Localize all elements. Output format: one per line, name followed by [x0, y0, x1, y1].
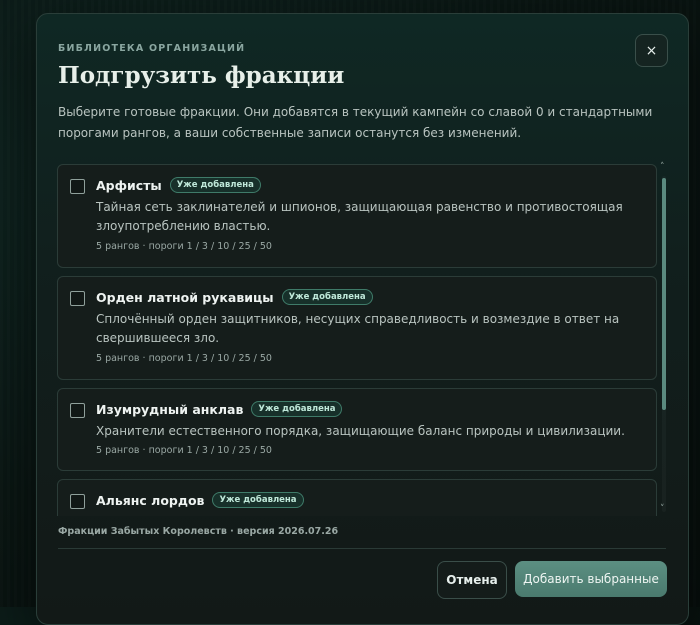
already-added-badge: Уже добавлена — [212, 492, 304, 508]
faction-name: Изумрудный анклав — [96, 401, 244, 417]
dialog-title: Подгрузить фракции — [58, 62, 345, 89]
scroll-up-icon[interactable]: ˄ — [660, 162, 665, 172]
faction-header: Арфисты Уже добавлена — [96, 177, 261, 193]
faction-checkbox[interactable] — [70, 494, 85, 509]
faction-header: Альянс лордов Уже добавлена — [96, 492, 304, 508]
faction-description: Сплочённый орден защитников, несущих спр… — [96, 312, 620, 345]
scroll-down-icon[interactable]: ˅ — [660, 504, 665, 514]
dialog-description: Выберите готовые фракции. Они добавятся … — [58, 105, 653, 140]
faction-name: Альянс лордов — [96, 492, 205, 508]
faction-checkbox[interactable] — [70, 291, 85, 306]
import-factions-dialog: БИБЛИОТЕКА ОРГАНИЗАЦИЙ × Подгрузить фрак… — [36, 13, 689, 625]
faction-card[interactable]: Изумрудный анклав Уже добавлена Хранител… — [57, 388, 657, 471]
faction-list[interactable]: Арфисты Уже добавлена Тайная сеть заклин… — [57, 164, 657, 516]
already-added-badge: Уже добавлена — [169, 177, 261, 193]
faction-description: Хранители естественного порядка, защищаю… — [96, 424, 625, 438]
close-icon: × — [645, 42, 658, 59]
faction-card[interactable]: Альянс лордов Уже добавлена — [57, 479, 657, 516]
footer-divider — [58, 548, 666, 549]
faction-card[interactable]: Арфисты Уже добавлена Тайная сеть заклин… — [57, 164, 657, 268]
library-source-version: Фракции Забытых Королевств · версия 2026… — [58, 526, 339, 537]
faction-meta: 5 рангов · пороги 1 / 3 / 10 / 25 / 50 — [96, 241, 272, 252]
add-selected-button[interactable]: Добавить выбранные — [515, 561, 667, 597]
already-added-badge: Уже добавлена — [251, 401, 343, 417]
faction-meta: 5 рангов · пороги 1 / 3 / 10 / 25 / 50 — [96, 445, 272, 456]
close-button[interactable]: × — [635, 34, 668, 67]
faction-name: Арфисты — [96, 177, 162, 193]
faction-description: Тайная сеть заклинателей и шпионов, защи… — [96, 200, 623, 233]
faction-meta: 5 рангов · пороги 1 / 3 / 10 / 25 / 50 — [96, 353, 272, 364]
faction-checkbox[interactable] — [70, 403, 85, 418]
already-added-badge: Уже добавлена — [281, 289, 373, 305]
faction-name: Орден латной рукавицы — [96, 289, 274, 305]
faction-header: Орден латной рукавицы Уже добавлена — [96, 289, 373, 305]
cancel-button[interactable]: Отмена — [437, 561, 507, 599]
scrollbar-thumb[interactable] — [662, 178, 666, 410]
faction-card[interactable]: Орден латной рукавицы Уже добавлена Спло… — [57, 276, 657, 380]
dialog-eyebrow: БИБЛИОТЕКА ОРГАНИЗАЦИЙ — [58, 43, 246, 54]
faction-header: Изумрудный анклав Уже добавлена — [96, 401, 343, 417]
faction-checkbox[interactable] — [70, 179, 85, 194]
